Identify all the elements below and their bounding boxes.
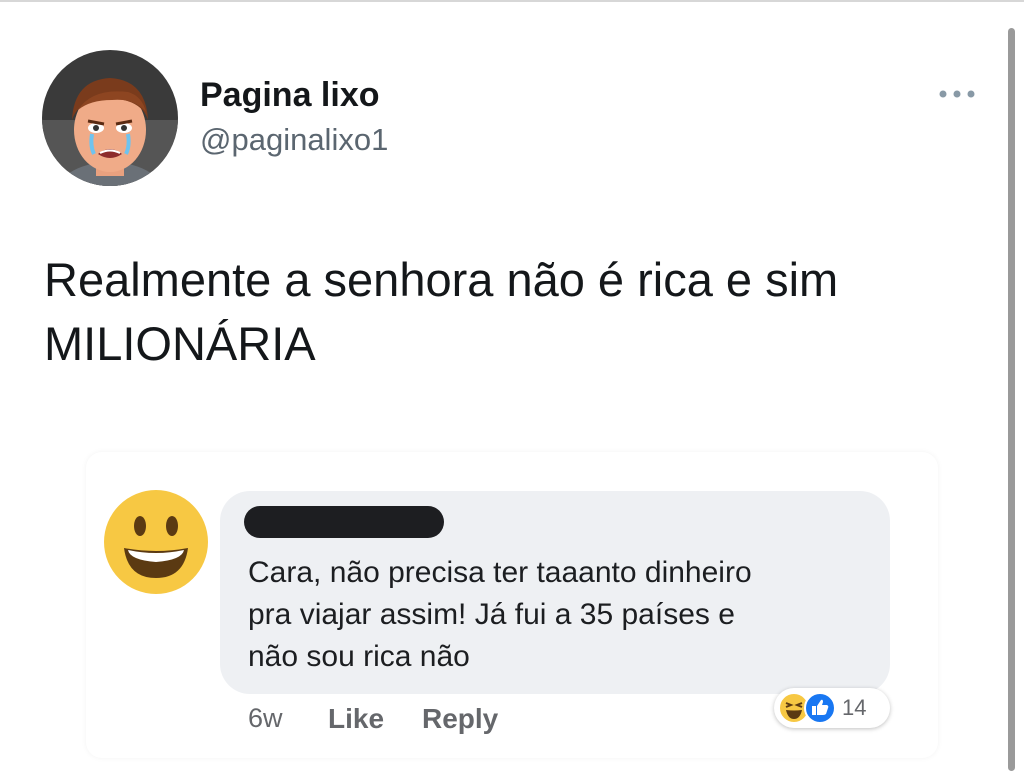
more-options-button[interactable] [934, 82, 980, 106]
ellipsis-icon [939, 90, 975, 98]
tweet-text-line: Realmente a senhora não é rica e sim [44, 253, 839, 306]
reactions-badge[interactable]: 14 [774, 688, 890, 728]
scrollbar[interactable] [1008, 28, 1015, 771]
like-icon [804, 692, 836, 724]
reply-link[interactable]: Reply [422, 703, 498, 735]
tweet-text-line: MILIONÁRIA [44, 317, 316, 370]
comment-line: não sou rica não [248, 640, 470, 673]
comment-timestamp: 6w [248, 703, 283, 733]
like-link[interactable]: Like [328, 703, 384, 735]
tweet-text: Realmente a senhora não é rica e sim MIL… [44, 248, 984, 376]
comment-line: Cara, não precisa ter taaanto dinheiro [248, 556, 752, 589]
comment-line: pra viajar assim! Já fui a 35 países e [248, 598, 735, 631]
top-divider [0, 0, 1024, 2]
comment-text: Cara, não precisa ter taaanto dinheiro p… [248, 552, 868, 678]
author-handle[interactable]: @paginalixo1 [200, 122, 388, 158]
avatar[interactable] [42, 50, 178, 186]
smiley-face-icon [104, 490, 208, 594]
smiley-avatar [102, 488, 210, 596]
crying-man-icon [42, 50, 178, 186]
author-name[interactable]: Pagina lixo [200, 76, 380, 115]
reaction-count: 14 [842, 695, 867, 720]
redacted-commenter-name [244, 506, 444, 538]
